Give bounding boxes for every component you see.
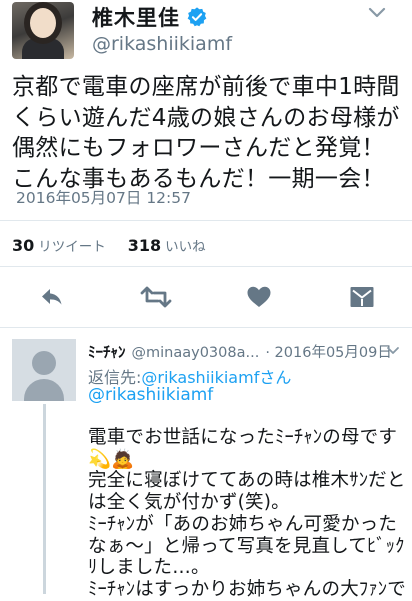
reply-avatar[interactable] (12, 339, 76, 401)
author-avatar[interactable] (12, 2, 74, 59)
tweet-timestamp[interactable]: 2016年05月07日 12:57 (16, 186, 191, 208)
retweet-label[interactable]: リツイート (38, 235, 106, 255)
reply-date[interactable]: · 2016年05月09日 (265, 341, 392, 362)
direct-message-icon (350, 287, 374, 307)
verified-badge-icon (187, 7, 207, 27)
direct-message-button[interactable] (349, 284, 375, 310)
like-label[interactable]: いいね (165, 235, 206, 255)
retweet-count[interactable]: 30 (12, 236, 34, 255)
default-avatar-head (32, 351, 56, 375)
chevron-down-icon[interactable] (367, 6, 387, 20)
author-handle[interactable]: @rikashiikiamf (92, 33, 232, 55)
divider (0, 266, 412, 267)
reply-mention[interactable]: @rikashiikiamf (88, 385, 213, 405)
reply-tweet[interactable]: ﾐｰﾁｬﾝ @minaay0308a... · 2016年05月09日 返信先:… (0, 328, 412, 600)
reply-text: 電車でお世話になったﾐｰﾁｬﾝの母です💫🙇 完全に寝ぼけててあの時は椎木ｻﾝだと… (88, 427, 406, 600)
reply-button[interactable] (39, 284, 65, 310)
default-avatar-body (24, 379, 64, 401)
retweet-button[interactable] (140, 284, 172, 310)
divider (0, 220, 412, 221)
author-name-row: 椎木里佳 (92, 2, 208, 32)
reply-display-name[interactable]: ﾐｰﾁｬﾝ (88, 341, 126, 362)
avatar-figure-body (22, 38, 64, 59)
reply-header: ﾐｰﾁｬﾝ @minaay0308a... · 2016年05月09日 (88, 341, 392, 362)
avatar-figure-face (30, 8, 56, 38)
like-count[interactable]: 318 (128, 236, 161, 255)
reply-handle[interactable]: @minaay0308a... (132, 345, 260, 361)
reply-icon (42, 289, 62, 305)
tweet-text: 京都で電車の座席が前後で車中1時間くらい遊んだ4歳の娘さんのお母様が偶然にもフォ… (12, 74, 400, 192)
thread-line (43, 404, 46, 594)
like-button[interactable] (246, 284, 272, 310)
author-display-name[interactable]: 椎木里佳 (92, 2, 180, 32)
tweet-stats: 30 リツイート 318 いいね (12, 235, 206, 255)
retweet-icon (140, 286, 172, 308)
like-heart-icon (247, 286, 271, 307)
chevron-down-icon[interactable] (386, 346, 400, 356)
tweet-header: 椎木里佳 @rikashiikiamf (0, 0, 412, 66)
